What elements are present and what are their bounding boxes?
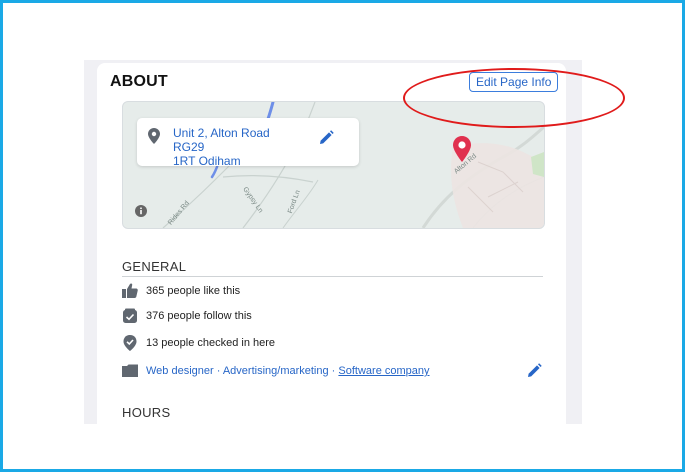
about-card: ABOUT Edit Page Info Alton Rd Ford Ln Gy… (97, 63, 566, 424)
category-web-designer[interactable]: Web designer (146, 365, 214, 377)
address-line-1: Unit 2, Alton Road RG29 (173, 126, 270, 154)
follows-text: 376 people follow this (146, 310, 252, 322)
edit-categories-pencil-icon[interactable] (527, 363, 542, 383)
category-icon (122, 363, 138, 382)
checkins-text: 13 people checked in here (146, 337, 276, 349)
category-separator-1: · (213, 365, 223, 377)
hours-section-title: HOURS (122, 405, 171, 420)
likes-text: 365 people like this (146, 285, 241, 297)
category-advertising-marketing[interactable]: Advertising/marketing (223, 365, 329, 377)
address-card[interactable]: Unit 2, Alton Road RG29 1RT Odiham (137, 118, 359, 168)
follow-icon (122, 308, 138, 327)
thumbs-up-icon (122, 283, 138, 302)
category-software-company[interactable]: Software company (338, 365, 429, 377)
general-divider (122, 276, 543, 277)
categories-text: Web designer · Advertising/marketing · S… (146, 365, 430, 377)
address-line-2: 1RT Odiham (173, 154, 241, 168)
general-section-title: GENERAL (122, 259, 187, 274)
check-in-icon (122, 335, 138, 354)
category-separator-2: · (328, 365, 339, 377)
location-map[interactable]: Alton Rd Ford Ln Gypsy Ln Rides Rd Unit … (122, 101, 545, 229)
address-text[interactable]: Unit 2, Alton Road RG29 1RT Odiham (173, 126, 303, 168)
edit-page-info-button[interactable]: Edit Page Info (469, 72, 559, 92)
about-title: ABOUT (110, 73, 168, 90)
